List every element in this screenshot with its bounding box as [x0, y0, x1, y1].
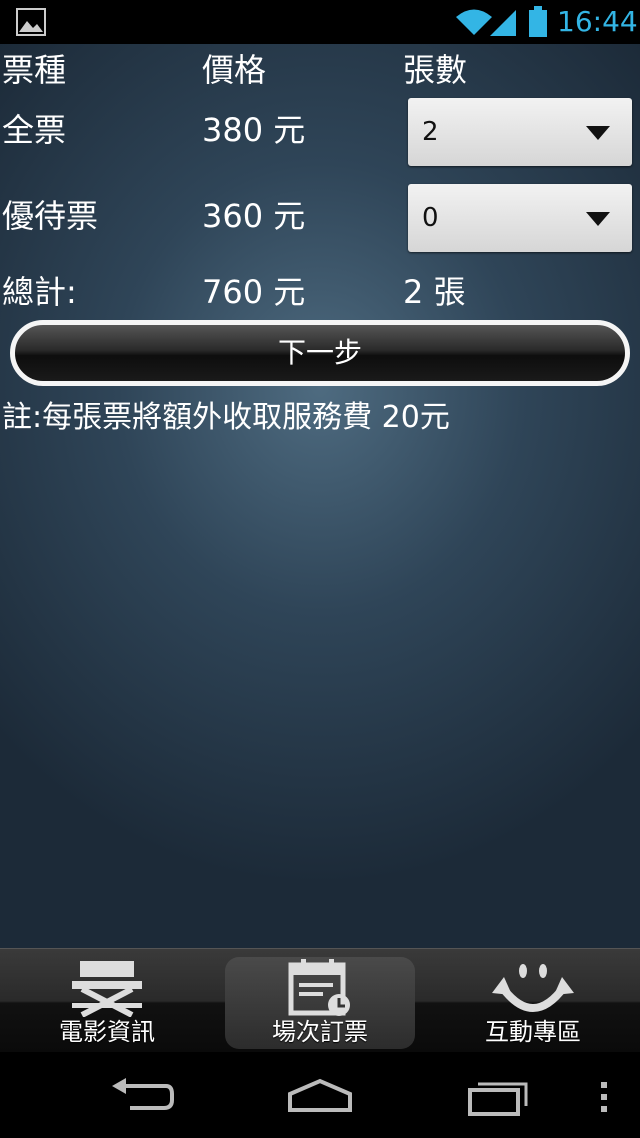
signal-icon [490, 10, 516, 36]
total-label: 總計: [2, 273, 77, 311]
tab-movie-info[interactable]: 電影資訊 [12, 957, 202, 1049]
header-price: 價格 [202, 51, 267, 89]
ticket-type-full: 全票 [2, 111, 67, 149]
status-bar: 16:44 [0, 0, 640, 44]
next-step-button[interactable]: 下一步 [10, 320, 630, 386]
tab-interactive-zone[interactable]: 互動專區 [438, 957, 628, 1049]
back-icon[interactable] [110, 1078, 174, 1114]
tab-label: 電影資訊 [59, 1018, 155, 1046]
wifi-icon [456, 9, 492, 35]
total-count: 2 張 [403, 273, 466, 311]
menu-icon[interactable] [598, 1080, 610, 1114]
directors-chair-icon [72, 961, 142, 1017]
clock: 16:44 [557, 5, 638, 38]
ticket-type-discount: 優待票 [2, 197, 99, 235]
navigation-bar [0, 1052, 640, 1138]
total-price: 760 元 [202, 273, 306, 311]
bottom-tab-bar: 電影資訊 場次訂票 互動專區 [0, 948, 640, 1053]
tab-showtime-booking[interactable]: 場次訂票 [225, 957, 415, 1049]
gallery-icon [16, 8, 46, 36]
caret-down-icon [586, 126, 610, 140]
caret-down-icon [586, 212, 610, 226]
quantity-value: 0 [422, 203, 439, 233]
smiley-arrows-icon [492, 964, 574, 1012]
calendar-clock-icon [288, 959, 350, 1016]
quantity-spinner-full[interactable]: 2 [408, 98, 632, 166]
price-full: 380 元 [202, 111, 306, 149]
quantity-value: 2 [422, 117, 439, 147]
tab-label: 互動專區 [485, 1018, 581, 1046]
price-discount: 360 元 [202, 197, 306, 235]
tab-label: 場次訂票 [272, 1018, 368, 1046]
ticket-form: 票種 價格 張數 全票 380 元 2 優待票 360 元 0 總計: 760 … [0, 44, 640, 948]
quantity-spinner-discount[interactable]: 0 [408, 184, 632, 252]
home-icon[interactable] [286, 1078, 354, 1114]
header-ticket-type: 票種 [2, 51, 67, 89]
header-quantity: 張數 [403, 51, 468, 89]
recent-apps-icon[interactable] [468, 1076, 532, 1116]
battery-icon [529, 6, 547, 37]
service-fee-note: 註:每張票將額外收取服務費 20元 [2, 400, 450, 435]
